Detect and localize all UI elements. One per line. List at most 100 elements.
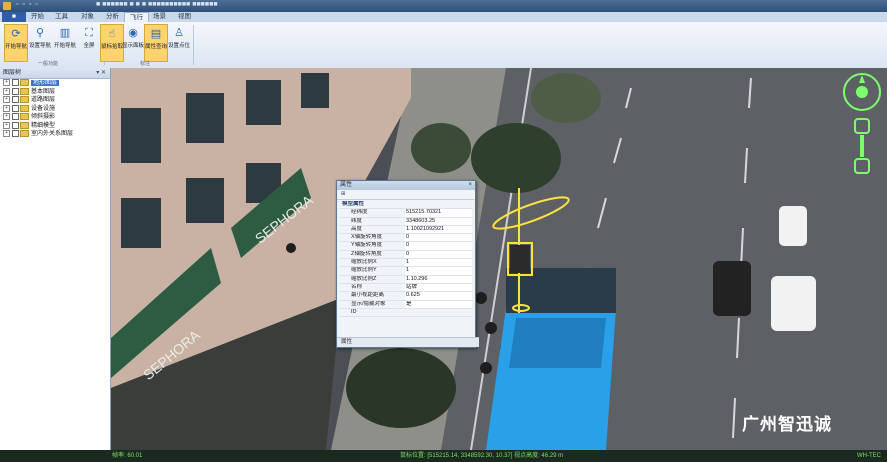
show-panel-button[interactable]: ◉ 显示面板 (122, 24, 144, 60)
property-value[interactable]: 0 (405, 250, 472, 259)
expand-icon[interactable]: + (3, 104, 10, 112)
tab-start[interactable]: 开始 (26, 12, 49, 22)
property-value[interactable]: 0 (405, 242, 472, 250)
property-row[interactable]: X轴旋转角度 0 (339, 234, 473, 243)
mouse-position: 鼠标位置: [515215.14, 3348592.30, 10.37] 视点高… (400, 453, 564, 459)
folder-icon (20, 79, 29, 86)
expand-icon[interactable]: + (3, 96, 10, 103)
tab-analysis[interactable]: 分析 (101, 12, 124, 22)
close-icon[interactable]: × (468, 181, 472, 190)
set-point-button[interactable]: ♙ 设置点位 (168, 24, 190, 60)
group-label-general: 一般功能 (38, 61, 59, 67)
property-row[interactable]: 名称 站牌 (339, 283, 473, 293)
checkbox[interactable] (12, 87, 19, 95)
tab-scene[interactable]: 场景 (148, 12, 171, 22)
property-value[interactable]: 站牌 (405, 283, 472, 292)
pin-icon[interactable]: ▾ ✕ (96, 68, 106, 78)
sort-icon[interactable]: ⊞ (341, 191, 346, 197)
dialog-title-bar[interactable]: 属性 × (337, 181, 475, 190)
tree-item-facility[interactable]: + 设备设施 (0, 104, 110, 114)
zoom-slider-icon (860, 135, 864, 157)
mouse-pick-button[interactable]: ☝ 鼠标拾取 (100, 24, 124, 62)
property-key: Z轴旋转角度 (351, 250, 382, 257)
checkbox[interactable] (12, 121, 19, 129)
property-value[interactable]: 3348603.25 (405, 217, 472, 225)
checkbox[interactable] (12, 113, 19, 120)
tree-item-basic[interactable]: + 基本图层 (0, 87, 110, 97)
property-row[interactable]: 高度 1.10021092921 (339, 225, 473, 235)
property-key: 缩放比例Z (351, 275, 377, 282)
ribbon-separator (193, 25, 194, 65)
set-navigation-button[interactable]: ⚲ 设置导航 (29, 24, 51, 60)
property-key: 显示/隐藏对象 (351, 300, 386, 307)
panel-header: 图层树 ▾ ✕ (0, 68, 110, 79)
property-category[interactable]: 模型属性 (339, 201, 473, 210)
expand-icon[interactable]: + (3, 113, 10, 120)
property-value[interactable]: 0 (405, 234, 472, 242)
tree-item-fine-model[interactable]: + 精细模型 (0, 121, 110, 131)
folder-icon (20, 96, 29, 103)
start-navigation-2-button[interactable]: ▥ 开始导航 (54, 24, 76, 60)
dialog-title: 属性 (340, 182, 353, 188)
button-label: 显示面板 (122, 43, 145, 49)
expand-icon[interactable]: + (3, 130, 10, 137)
tree-item-terrain[interactable]: + 地形图层 (0, 79, 110, 88)
3d-scene-viewport[interactable]: SEPHORA SEPHORA (111, 68, 887, 450)
start-navigation-button[interactable]: ⟳ 开始导航 (4, 24, 28, 62)
expand-icon[interactable]: + (3, 87, 10, 95)
property-key: Y轴旋转角度 (351, 242, 383, 249)
tab-tools[interactable]: 工具 (50, 12, 73, 22)
frame-rate: 帧率: 60.01 (112, 453, 143, 459)
tree (531, 73, 601, 123)
tab-object[interactable]: 对象 (76, 12, 99, 22)
status-right: WH-TEC (857, 453, 881, 459)
property-query-button[interactable]: ▤ 属性查询 (144, 24, 168, 62)
checkbox[interactable] (12, 79, 19, 86)
property-row[interactable]: 缩放比例X 1 (339, 259, 473, 268)
tree-item-indoor[interactable]: + 室内外关系图层 (0, 130, 110, 139)
checkbox[interactable] (12, 96, 19, 103)
fullscreen-button[interactable]: ⛶ 全屏 (78, 24, 100, 60)
property-row[interactable]: Y轴旋转角度 0 (339, 242, 473, 251)
tree (411, 123, 471, 173)
tab-view[interactable]: 视图 (173, 12, 196, 22)
watermark-left: 大数跨境 (6, 433, 63, 448)
checkbox[interactable] (12, 104, 19, 112)
property-key: 纬度 (351, 217, 363, 224)
tab-file[interactable]: ■ (2, 12, 26, 22)
property-row[interactable]: 缩放比例Z 1.10.296 (339, 275, 473, 284)
property-row[interactable]: 缩放比例Y 1 (339, 267, 473, 276)
property-value[interactable]: 515215.70321 (405, 209, 472, 217)
property-dialog[interactable]: 属性 × ⊞ 模型属性 经纬度 515215.70321 纬度 3348603.25… (336, 180, 479, 348)
property-row[interactable]: 纬度 3348603.25 (339, 217, 473, 226)
tree-item-label: 道路图层 (31, 97, 56, 104)
expand-icon[interactable]: + (3, 121, 10, 129)
tree-item-road[interactable]: + 道路图层 (0, 96, 110, 105)
expand-icon[interactable]: + (3, 79, 10, 86)
zoom-in-icon (854, 118, 870, 134)
property-value[interactable]: 1.10021092921 (405, 225, 472, 234)
property-row[interactable]: ID (339, 309, 473, 318)
property-row[interactable]: 显示/隐藏对象 是 (339, 300, 473, 309)
app-icon[interactable] (3, 2, 11, 10)
property-value[interactable]: 1 (405, 259, 472, 267)
property-row[interactable]: 最小视距距离 0.625 (339, 292, 473, 301)
tree-item-oblique[interactable]: + 倾斜摄影 (0, 113, 110, 122)
button-label: 开始导航 (54, 43, 77, 49)
quick-access-toolbar[interactable]: ▫ ▫ ▫ ▫ (16, 1, 39, 8)
navigation-control[interactable] (841, 71, 883, 181)
columns-icon: ▥ (59, 27, 71, 39)
property-row[interactable]: 经纬度 515215.70321 (339, 209, 473, 218)
button-label: 设置点位 (168, 43, 191, 49)
button-label: 设置导航 (29, 43, 52, 49)
property-key: 经纬度 (351, 209, 368, 216)
folder-icon (20, 87, 29, 95)
property-value[interactable]: 1 (405, 267, 472, 275)
property-value[interactable]: 0.625 (405, 292, 472, 300)
watermark-right: 广州智迅诚 (742, 415, 832, 434)
property-row[interactable]: Z轴旋转角度 0 (339, 250, 473, 260)
dialog-toolbar[interactable]: ⊞ (337, 190, 475, 200)
property-value[interactable]: 1.10.296 (405, 275, 472, 283)
property-value[interactable]: 是 (405, 300, 472, 308)
checkbox[interactable] (12, 130, 19, 137)
